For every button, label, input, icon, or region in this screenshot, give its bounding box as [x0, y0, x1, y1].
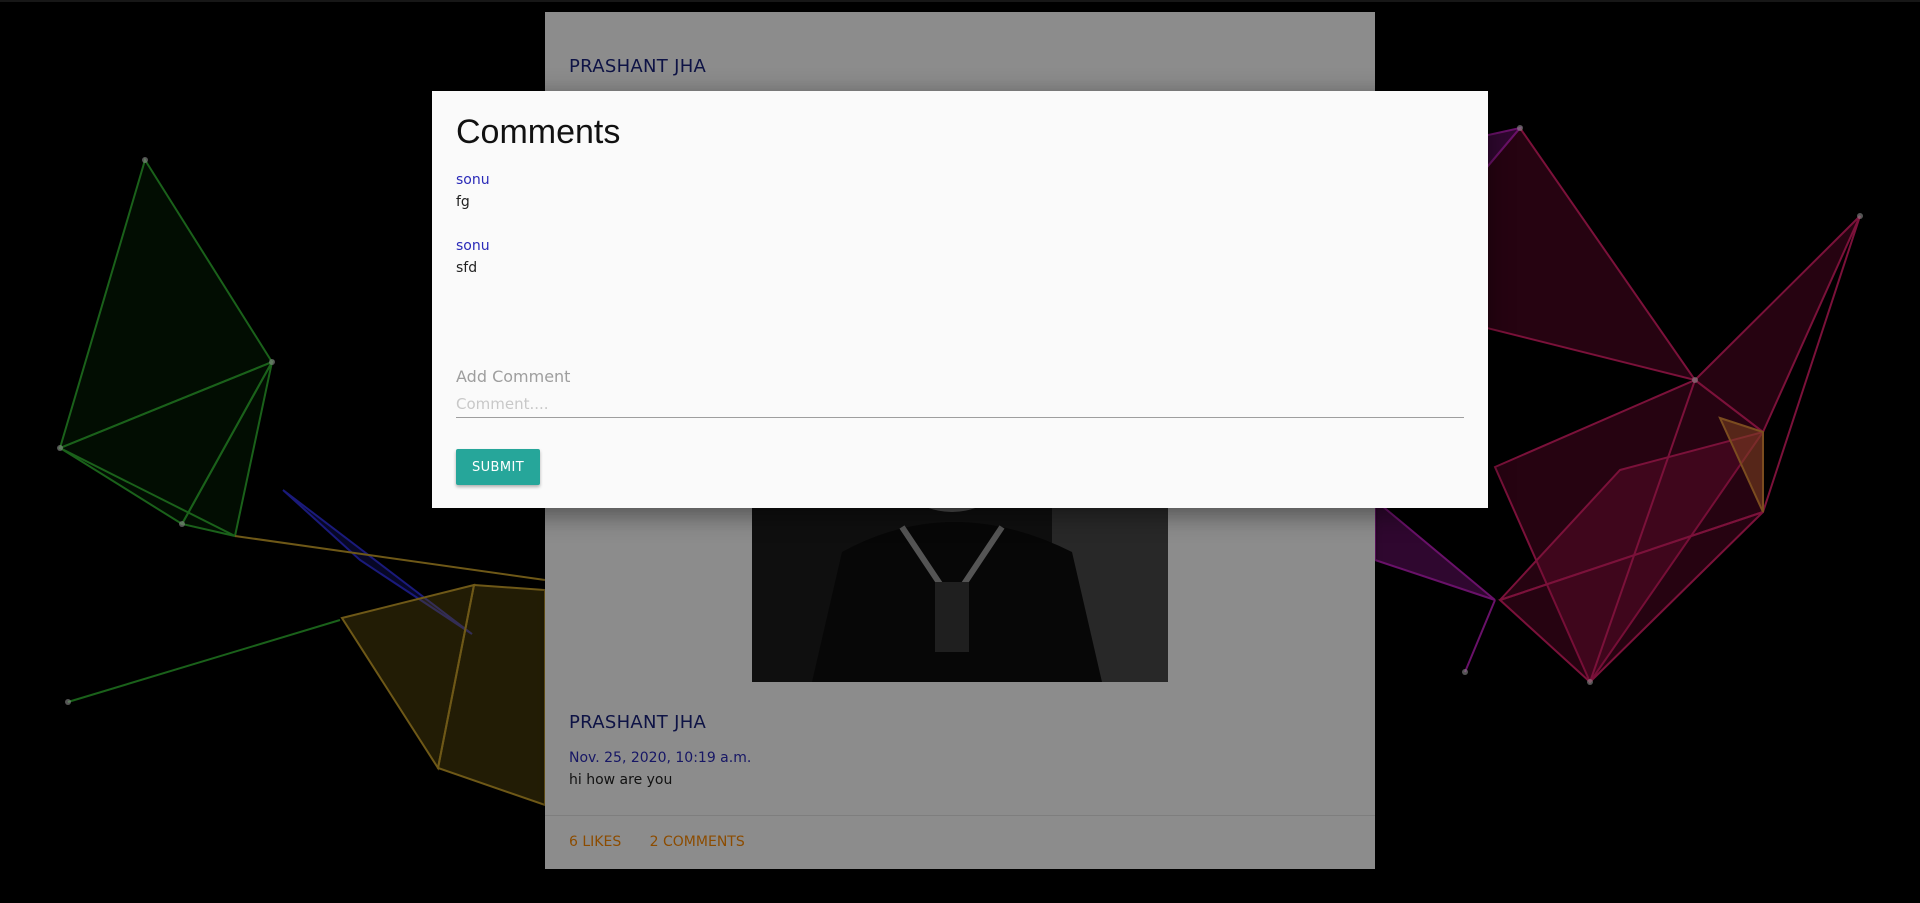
- comment-item: sonu fg: [456, 169, 490, 213]
- comment-text: sfd: [456, 260, 478, 276]
- comment-user[interactable]: sonu: [456, 235, 490, 257]
- submit-button[interactable]: SUBMIT: [456, 449, 540, 485]
- comment-user[interactable]: sonu: [456, 169, 490, 191]
- add-comment-label: Add Comment: [456, 367, 571, 386]
- modal-title: Comments: [456, 113, 621, 151]
- comment-text: fg: [456, 194, 470, 210]
- comment-item: sonu sfd: [456, 235, 490, 279]
- comment-input[interactable]: [456, 391, 1464, 418]
- comments-modal: Comments sonu fg sonu sfd Add Comment SU…: [432, 91, 1488, 508]
- page: PRASHANT JHA PRASHANT JHA Nov. 25, 2020,…: [0, 0, 1920, 903]
